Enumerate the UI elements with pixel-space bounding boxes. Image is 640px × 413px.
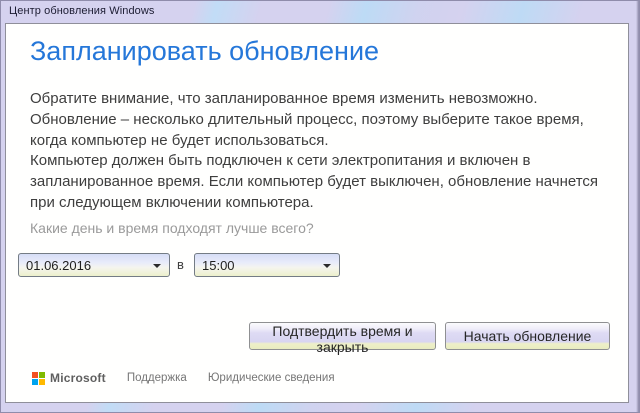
page-title: Запланировать обновление bbox=[30, 36, 380, 66]
notice-paragraph: Обратите внимание, что запланированное в… bbox=[30, 90, 584, 149]
microsoft-logo-icon bbox=[32, 371, 45, 385]
support-link[interactable]: Поддержка bbox=[127, 372, 187, 384]
date-dropdown[interactable]: 01.06.2016 bbox=[18, 253, 170, 277]
date-value: 01.06.2016 bbox=[26, 258, 92, 273]
time-dropdown[interactable]: 15:00 bbox=[194, 253, 340, 277]
microsoft-wordmark: Microsoft bbox=[50, 371, 106, 385]
dropdown-arrow-icon bbox=[323, 264, 331, 268]
dialog-content: Запланировать обновление Обратите вниман… bbox=[5, 23, 629, 403]
dropdown-arrow-icon bbox=[153, 264, 161, 268]
footer: Microsoft Поддержка Юридические сведения bbox=[32, 370, 335, 386]
title-bar: Центр обновления Windows bbox=[1, 1, 639, 23]
window-right-edge bbox=[636, 1, 639, 412]
window-title: Центр обновления Windows bbox=[9, 5, 155, 17]
update-center-window: Центр обновления Windows Запланировать о… bbox=[0, 0, 640, 413]
schedule-separator-label: в bbox=[177, 257, 184, 272]
question-label: Какие день и время подходят лучше всего? bbox=[30, 220, 314, 236]
microsoft-brand: Microsoft bbox=[32, 371, 106, 385]
time-value: 15:00 bbox=[202, 258, 235, 273]
confirm-time-close-button[interactable]: Подтвердить время и закрыть bbox=[249, 322, 436, 355]
start-update-button[interactable]: Начать обновление bbox=[445, 322, 610, 350]
legal-link[interactable]: Юридические сведения bbox=[208, 372, 335, 384]
power-paragraph: Компьютер должен быть подключен к сети э… bbox=[30, 152, 599, 211]
